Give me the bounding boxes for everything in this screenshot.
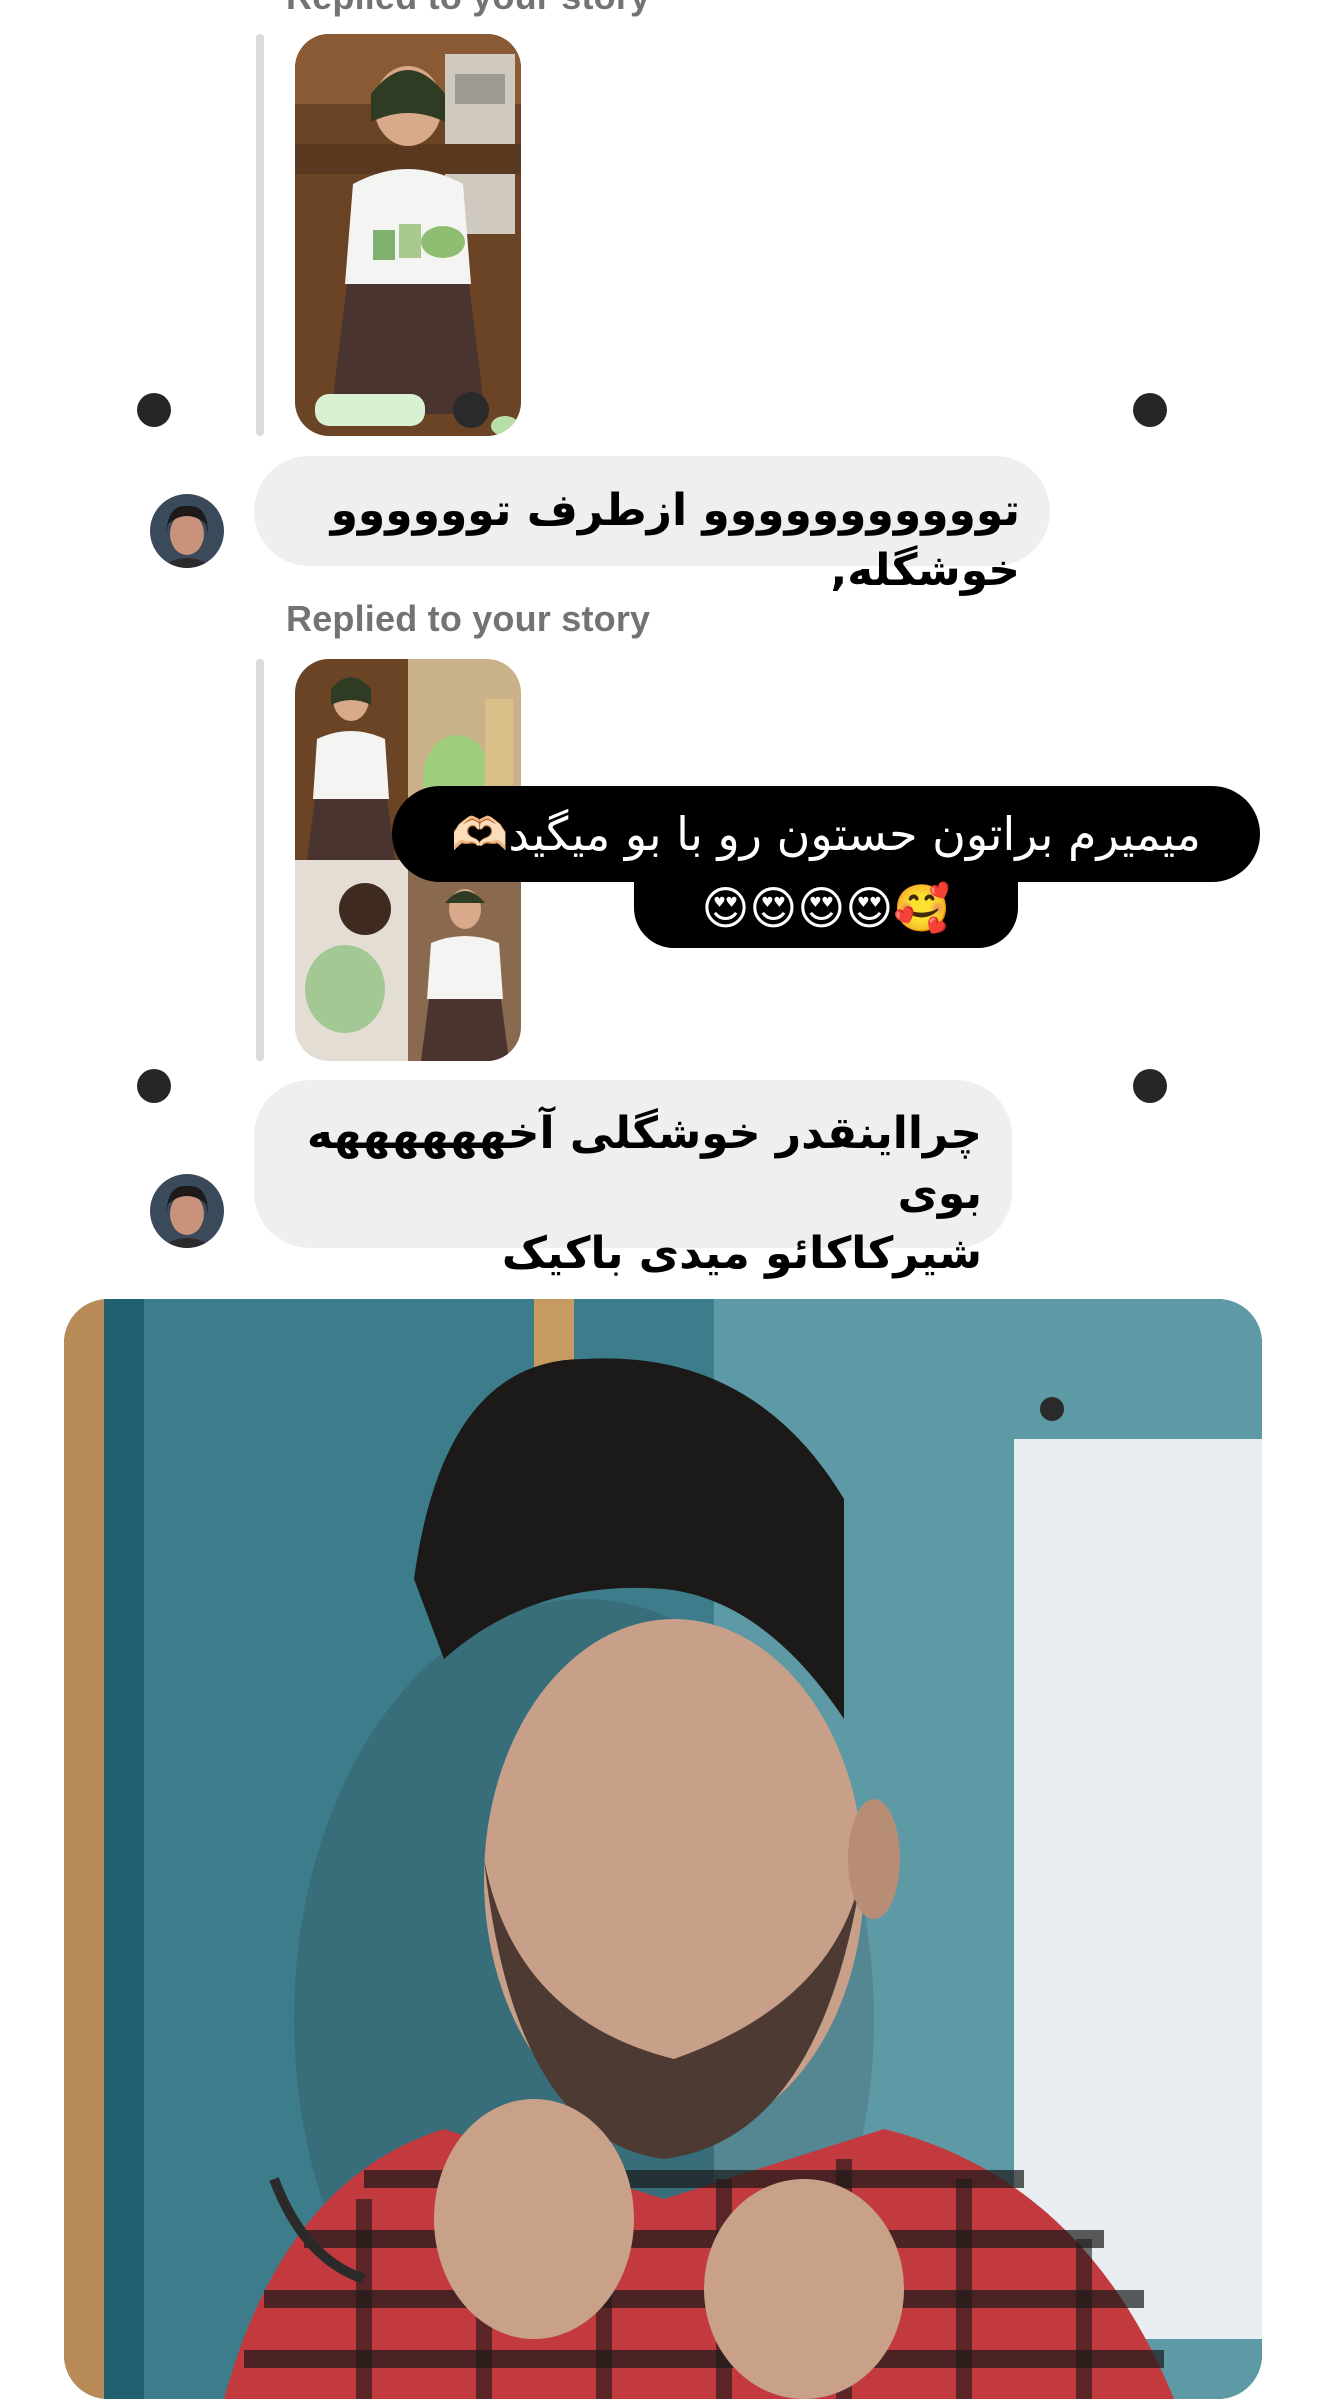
- reaction-dot-icon[interactable]: [1133, 1069, 1167, 1103]
- reply-quote-bar: [256, 659, 264, 1061]
- reaction-dot-icon[interactable]: [137, 393, 171, 427]
- story-thumbnail[interactable]: [295, 34, 521, 436]
- avatar-image: [150, 1174, 224, 1248]
- gif-man-plaid-shirt: [64, 1299, 1262, 2399]
- reply-quote-bar: [256, 34, 264, 436]
- story-caption-line: 🥰😍😍😍😍: [634, 868, 1018, 948]
- media-message-image[interactable]: [64, 1299, 1262, 2399]
- replied-to-story-label: Replied to your story: [286, 0, 650, 18]
- avatar[interactable]: [150, 494, 224, 568]
- replied-to-story-label: Replied to your story: [286, 598, 651, 639]
- message-bubble[interactable]: تووووووووووو ازطرف توووووو خوشگله,: [254, 456, 1050, 596]
- reaction-dot-icon[interactable]: [137, 1069, 171, 1103]
- reaction-dot-icon[interactable]: [1133, 393, 1167, 427]
- message-bubble[interactable]: چرااینقدر خوشگلی آخههههههه بوی شیرکاکائو…: [254, 1080, 1012, 1279]
- avatar-image: [150, 494, 224, 568]
- avatar[interactable]: [150, 1174, 224, 1248]
- story-photo-woman-tshirt: [295, 34, 521, 436]
